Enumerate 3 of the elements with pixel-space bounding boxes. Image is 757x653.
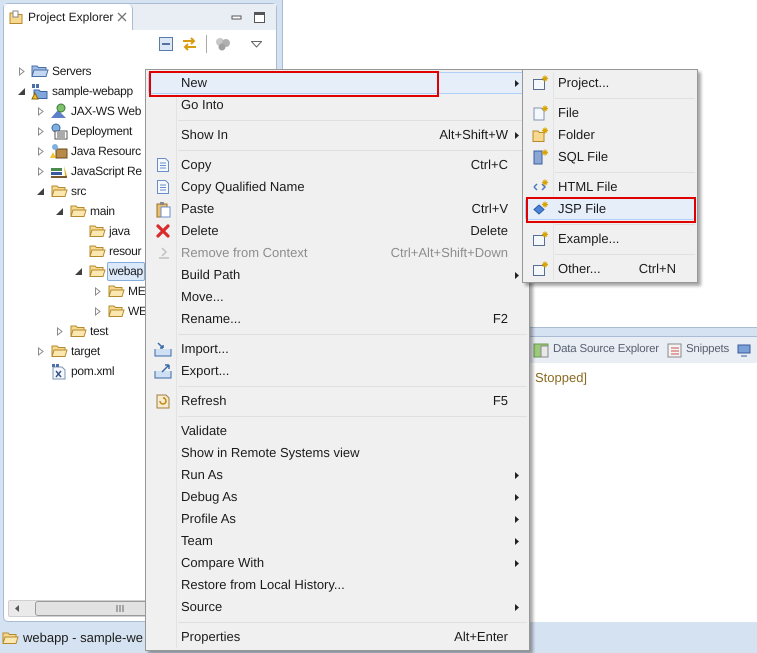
view-title: Project Explorer	[28, 9, 114, 26]
console-text: Stopped]	[535, 369, 588, 387]
status-text: webapp - sample-we	[23, 628, 143, 647]
